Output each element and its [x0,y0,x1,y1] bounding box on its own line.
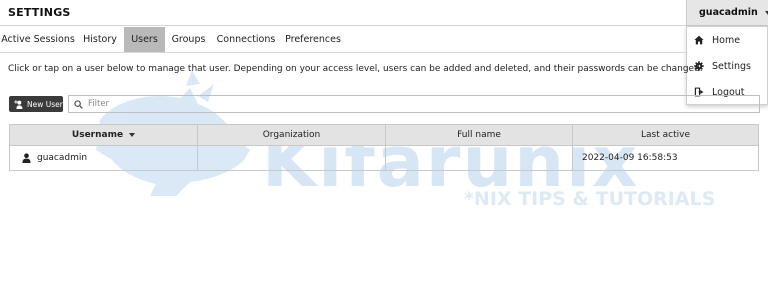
user-icon [22,153,31,163]
tab-preferences[interactable]: Preferences [280,27,346,52]
menu-item-home[interactable]: Home [687,28,768,52]
cell-full-name [394,146,564,170]
users-table: Username Organization Full name Last act… [9,124,759,171]
column-divider [572,146,573,170]
cell-username[interactable]: guacadmin [22,146,197,170]
column-header-last-active[interactable]: Last active [573,125,758,145]
new-user-button[interactable]: New User [9,96,63,112]
instructions-text: Click or tap on a user below to manage t… [8,64,703,74]
user-menu-button[interactable]: guacadmin [686,0,768,26]
filter-field[interactable] [68,95,760,113]
user-menu-username: guacadmin [699,7,758,18]
search-icon [74,99,83,109]
column-header-organization[interactable]: Organization [198,125,385,145]
menu-item-label: Home [712,34,741,46]
settings-tabs: Active Sessions History Users Groups Con… [0,27,686,52]
menu-item-label: Settings [712,60,751,72]
tab-active-sessions[interactable]: Active Sessions [0,27,76,52]
filter-input[interactable] [88,99,738,109]
app-header: SETTINGS [0,0,768,26]
tabs-divider [0,52,686,53]
page-title: SETTINGS [8,6,71,19]
new-user-label: New User [27,99,63,109]
tab-connections[interactable]: Connections [212,27,280,52]
column-divider [385,146,386,170]
username-text: guacadmin [37,153,88,163]
add-user-icon [14,99,23,109]
tab-users[interactable]: Users [124,27,165,52]
home-icon [694,35,704,45]
column-header-full-name[interactable]: Full name [386,125,572,145]
tab-groups[interactable]: Groups [165,27,212,52]
column-header-username[interactable]: Username [10,125,197,145]
cell-last-active: 2022-04-09 16:58:53 [582,153,678,163]
table-row[interactable]: guacadmin 2022-04-09 16:58:53 [10,146,758,170]
cell-organization [206,146,376,170]
tab-history[interactable]: History [76,27,124,52]
column-divider [197,146,198,170]
sort-desc-icon [129,133,136,137]
watermark-tagline: *NIX TIPS & TUTORIALS [464,188,715,210]
table-header-row: Username Organization Full name Last act… [10,125,758,146]
